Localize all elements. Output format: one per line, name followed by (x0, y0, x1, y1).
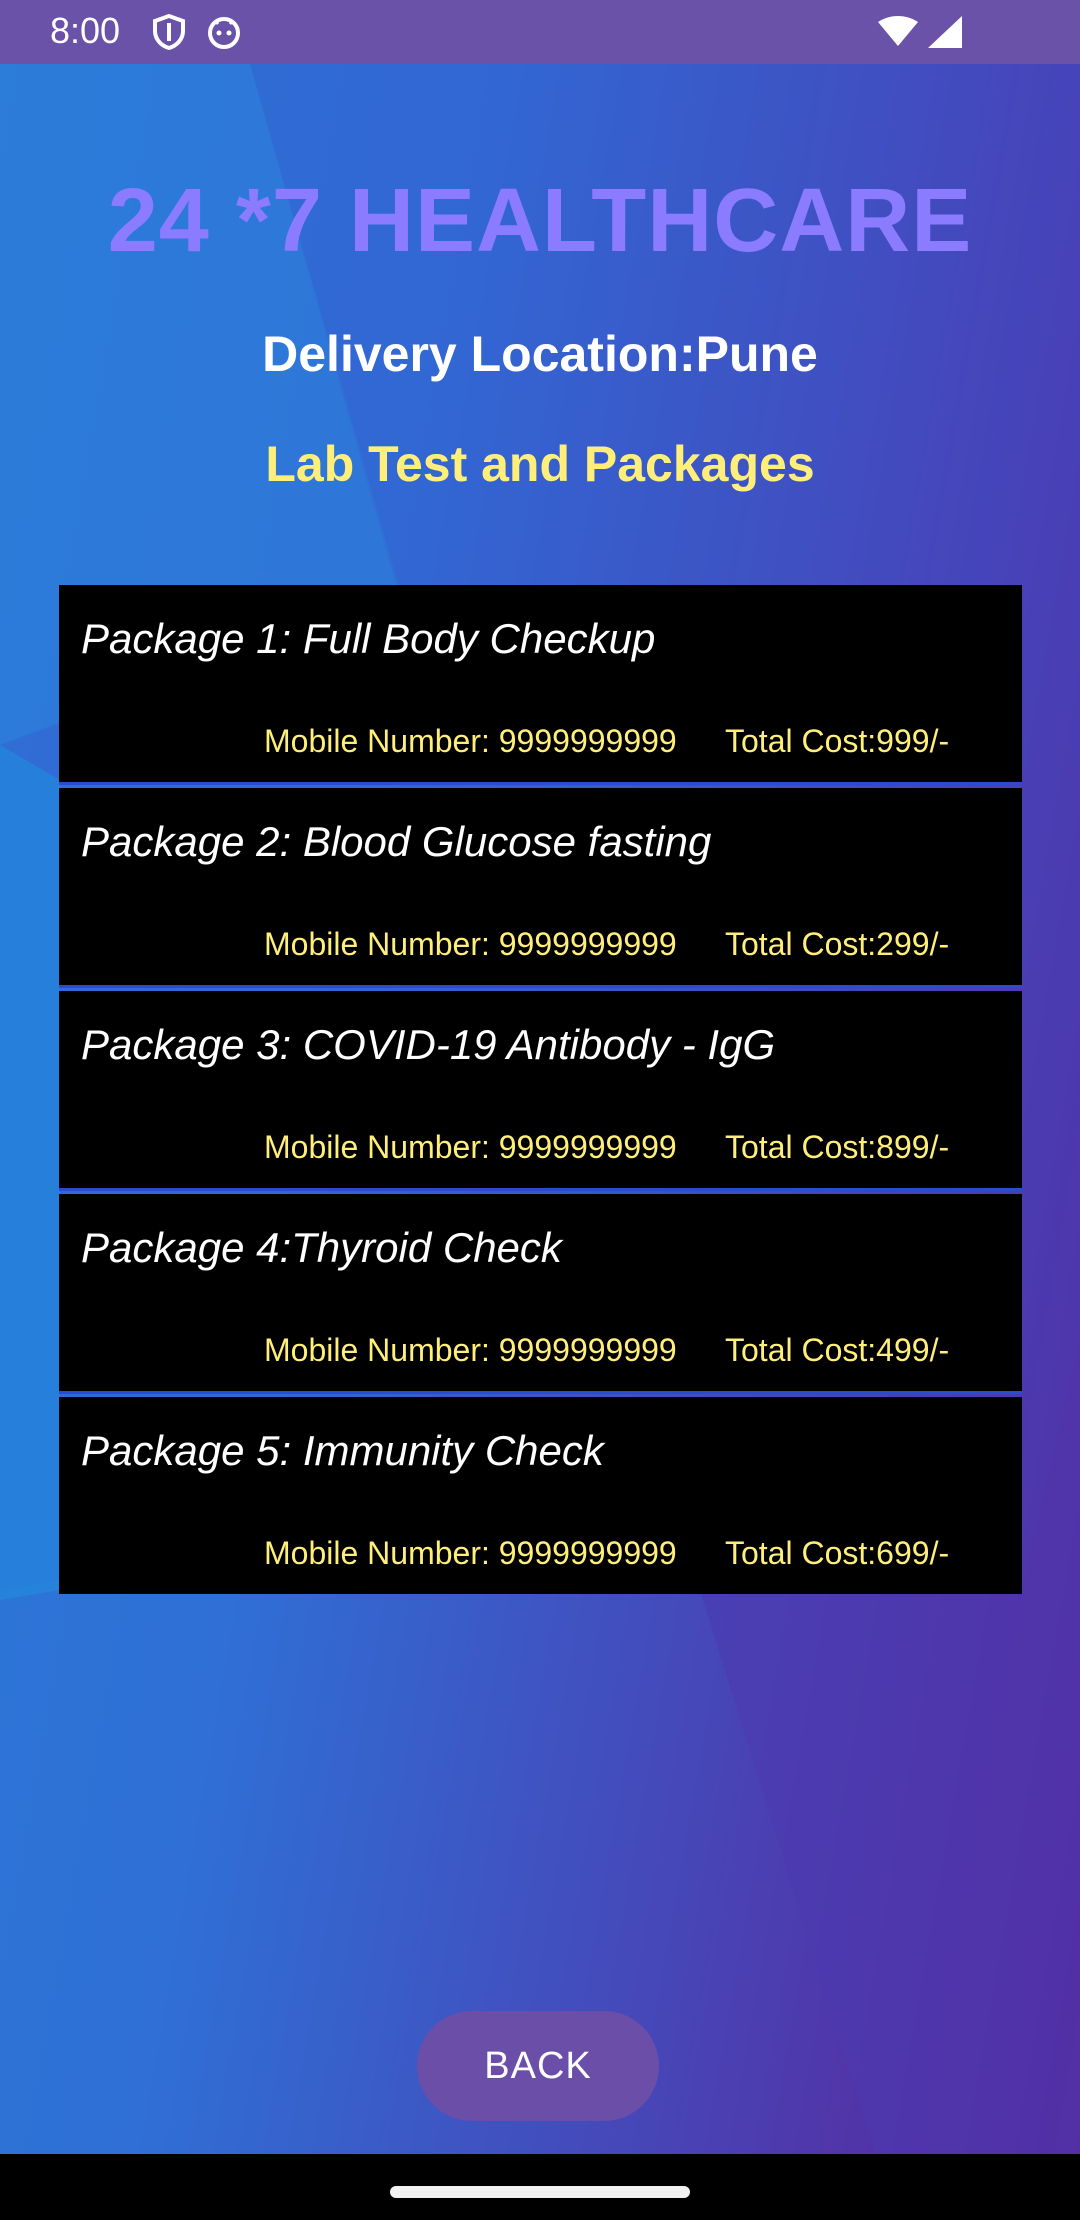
package-item[interactable]: Package 4:Thyroid Check Mobile Number: 9… (59, 1194, 1022, 1394)
package-cost: Total Cost:899/- (725, 1129, 950, 1165)
section-subtitle: Lab Test and Packages (265, 436, 815, 492)
wifi-icon (878, 16, 918, 53)
package-mobile: Mobile Number: 9999999999 (264, 1535, 677, 1571)
package-item[interactable]: Package 3: COVID-19 Antibody - IgG Mobil… (59, 991, 1022, 1191)
package-item[interactable]: Package 1: Full Body Checkup Mobile Numb… (59, 585, 1022, 785)
package-item[interactable]: Package 5: Immunity Check Mobile Number:… (59, 1397, 1022, 1594)
package-cost: Total Cost:699/- (725, 1535, 950, 1571)
app-title: 24 *7 HEALTHCARE (107, 171, 973, 271)
delivery-location: Delivery Location:Pune (262, 326, 818, 382)
status-time: 8:00 (50, 10, 121, 51)
package-cost: Total Cost:999/- (725, 723, 950, 759)
package-mobile: Mobile Number: 9999999999 (264, 926, 677, 962)
package-name: Package 4:Thyroid Check (81, 1224, 562, 1271)
package-mobile: Mobile Number: 9999999999 (264, 1129, 677, 1165)
shield-icon (152, 13, 186, 55)
package-mobile: Mobile Number: 9999999999 (264, 1332, 677, 1368)
package-item[interactable]: Package 2: Blood Glucose fasting Mobile … (59, 788, 1022, 988)
home-gesture-handle[interactable] (390, 2186, 690, 2198)
package-cost: Total Cost:499/- (725, 1332, 950, 1368)
package-name: Package 3: COVID-19 Antibody - IgG (81, 1021, 776, 1068)
package-list: Package 1: Full Body Checkup Mobile Numb… (59, 585, 1022, 1597)
back-button[interactable]: BACK (417, 2011, 659, 2121)
robot-icon (206, 14, 242, 55)
package-name: Package 2: Blood Glucose fasting (81, 818, 712, 865)
package-mobile: Mobile Number: 9999999999 (264, 723, 677, 759)
package-cost: Total Cost:299/- (725, 926, 950, 962)
package-name: Package 1: Full Body Checkup (81, 615, 656, 662)
signal-icon (928, 16, 962, 53)
package-name: Package 5: Immunity Check (81, 1427, 604, 1474)
status-bar: 8:00 (0, 0, 1080, 64)
